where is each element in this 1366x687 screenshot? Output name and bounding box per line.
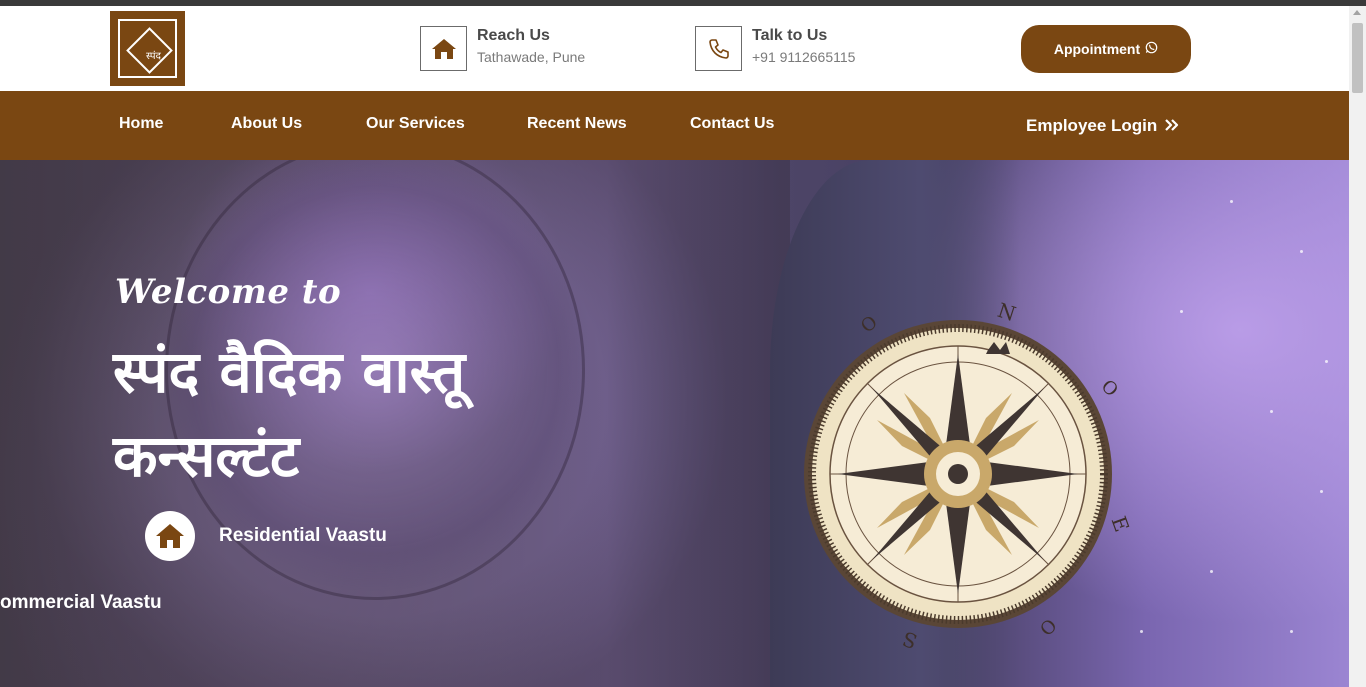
appointment-label: Appointment [1053,41,1141,57]
whatsapp-icon [1145,41,1158,57]
phone-number[interactable]: +91 9112665115 [752,47,855,67]
nav-contact-us[interactable]: Contact Us [690,91,774,160]
star [1325,360,1328,363]
employee-login-label: Employee Login [1026,116,1158,135]
hero-banner: Welcome to स्पंद वैदिक वास्तू कन्सल्टंट … [0,160,1349,687]
reach-us-title: Reach Us [477,27,550,44]
scroll-up-arrow-icon[interactable] [1353,10,1361,15]
star [1140,630,1143,633]
hero-welcome: Welcome to [115,272,342,312]
phone-icon [695,26,742,71]
appointment-button[interactable]: Appointment [1021,25,1191,73]
top-header: स्पंद Reach Us Tathawade, Pune Talk to U… [0,6,1349,91]
hero-headline: स्पंद वैदिक वास्तू कन्सल्टंट [113,338,466,490]
star [1270,410,1273,413]
talk-to-us-block: Talk to Us +91 9112665115 [695,26,855,71]
site-logo[interactable]: स्पंद [110,11,185,86]
star [1210,570,1213,573]
double-chevron-right-icon [1165,92,1179,159]
logo-frame: स्पंद [118,19,177,78]
star [1300,250,1303,253]
star [1320,490,1323,493]
reach-us-address: Tathawade, Pune [477,49,586,65]
compass-image [804,320,1112,628]
feature-label: Residential Vaastu [219,525,387,546]
logo-text: स्पंद [146,50,161,62]
nav-recent-news[interactable]: Recent News [527,91,627,160]
nav-about-us[interactable]: About Us [231,91,302,160]
talk-to-us-title: Talk to Us [752,27,828,44]
page: स्पंद Reach Us Tathawade, Pune Talk to U… [0,6,1349,687]
nav-our-services[interactable]: Our Services [366,91,465,160]
star [1180,310,1183,313]
employee-login-link[interactable]: Employee Login [1026,91,1179,160]
feature-commercial-vaastu[interactable]: ommercial Vaastu [0,592,162,614]
star [1290,630,1293,633]
star [1230,200,1233,203]
page-scrollbar[interactable] [1349,6,1366,687]
reach-us-block: Reach Us Tathawade, Pune [420,26,585,71]
feature-label: ommercial Vaastu [0,592,162,613]
nav-home[interactable]: Home [119,91,163,160]
home-icon [420,26,467,71]
feature-residential-vaastu[interactable]: Residential Vaastu [145,511,387,561]
home-icon [145,511,195,561]
main-nav: Home About Us Our Services Recent News C… [0,91,1349,160]
scrollbar-thumb[interactable] [1352,23,1363,93]
